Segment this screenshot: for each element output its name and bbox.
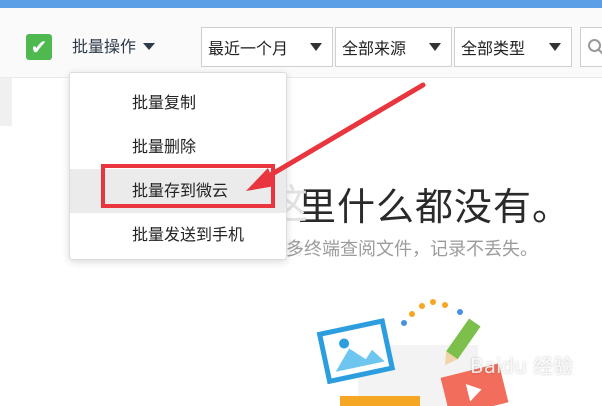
- watermark: Baidu 经验: [470, 354, 574, 378]
- annotation-arrow: [246, 82, 426, 191]
